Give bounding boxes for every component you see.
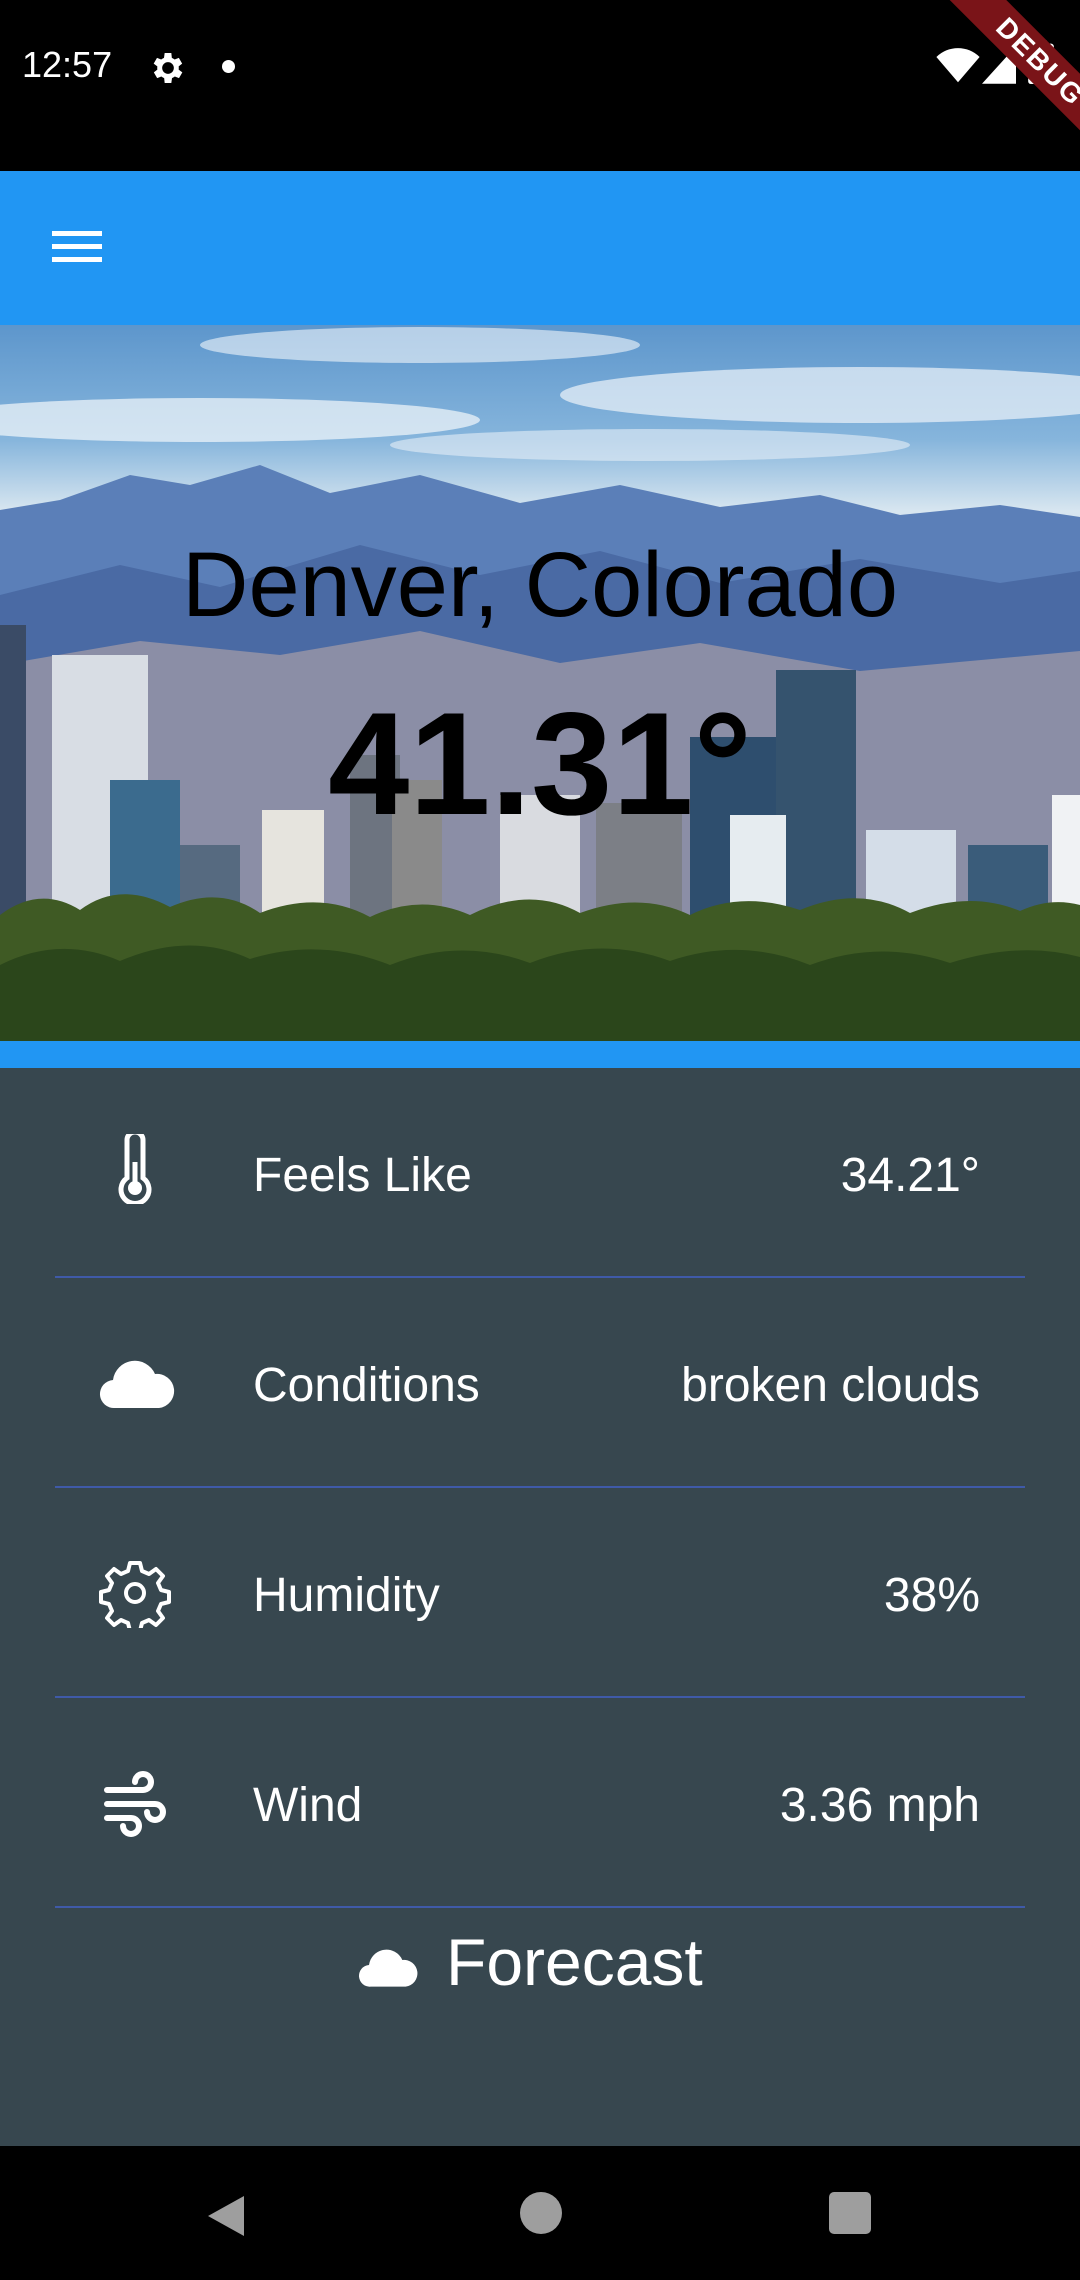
system-navigation-bar xyxy=(0,2146,1080,2280)
detail-value: 34.21° xyxy=(840,1149,980,1202)
detail-row-conditions: Conditions broken clouds xyxy=(55,1278,1025,1488)
back-icon[interactable] xyxy=(200,2190,252,2242)
hamburger-menu-icon[interactable] xyxy=(40,211,112,283)
detail-value: broken clouds xyxy=(681,1359,980,1412)
status-time: 12:57 xyxy=(22,44,113,85)
wifi-icon xyxy=(936,48,980,83)
detail-label: Wind xyxy=(253,1779,363,1832)
gear-icon xyxy=(99,1561,171,1628)
forecast-button[interactable]: Forecast xyxy=(350,1908,730,2004)
wind-icon xyxy=(104,1771,166,1837)
debug-banner: DEBUG xyxy=(926,0,1080,176)
cloud-icon xyxy=(358,1949,418,1987)
home-icon[interactable] xyxy=(520,2192,562,2234)
accent-divider xyxy=(0,1041,1080,1068)
current-temperature: 41.31° xyxy=(328,682,752,845)
notification-dot-icon xyxy=(222,60,235,73)
detail-row-humidity: Humidity 38% xyxy=(55,1488,1025,1698)
detail-row-wind: Wind 3.36 mph xyxy=(55,1698,1025,1908)
detail-row-feels-like: Feels Like 34.21° xyxy=(55,1068,1025,1278)
recent-apps-icon[interactable] xyxy=(829,2192,871,2234)
city-name: Denver, Colorado xyxy=(182,534,898,636)
detail-label: Conditions xyxy=(253,1359,480,1412)
detail-label: Feels Like xyxy=(253,1149,472,1202)
hero-image: Denver, Colorado 41.31° xyxy=(0,325,1080,1041)
app-bar xyxy=(0,171,1080,325)
detail-value: 38% xyxy=(883,1569,980,1622)
gear-icon xyxy=(153,53,183,83)
thermometer-icon xyxy=(118,1134,152,1204)
detail-value: 3.36 mph xyxy=(779,1779,980,1832)
detail-label: Humidity xyxy=(253,1569,440,1622)
cloud-icon xyxy=(99,1360,175,1409)
forecast-label: Forecast xyxy=(446,1925,703,1999)
status-bar: 12:57 DEBUG xyxy=(0,0,1080,176)
